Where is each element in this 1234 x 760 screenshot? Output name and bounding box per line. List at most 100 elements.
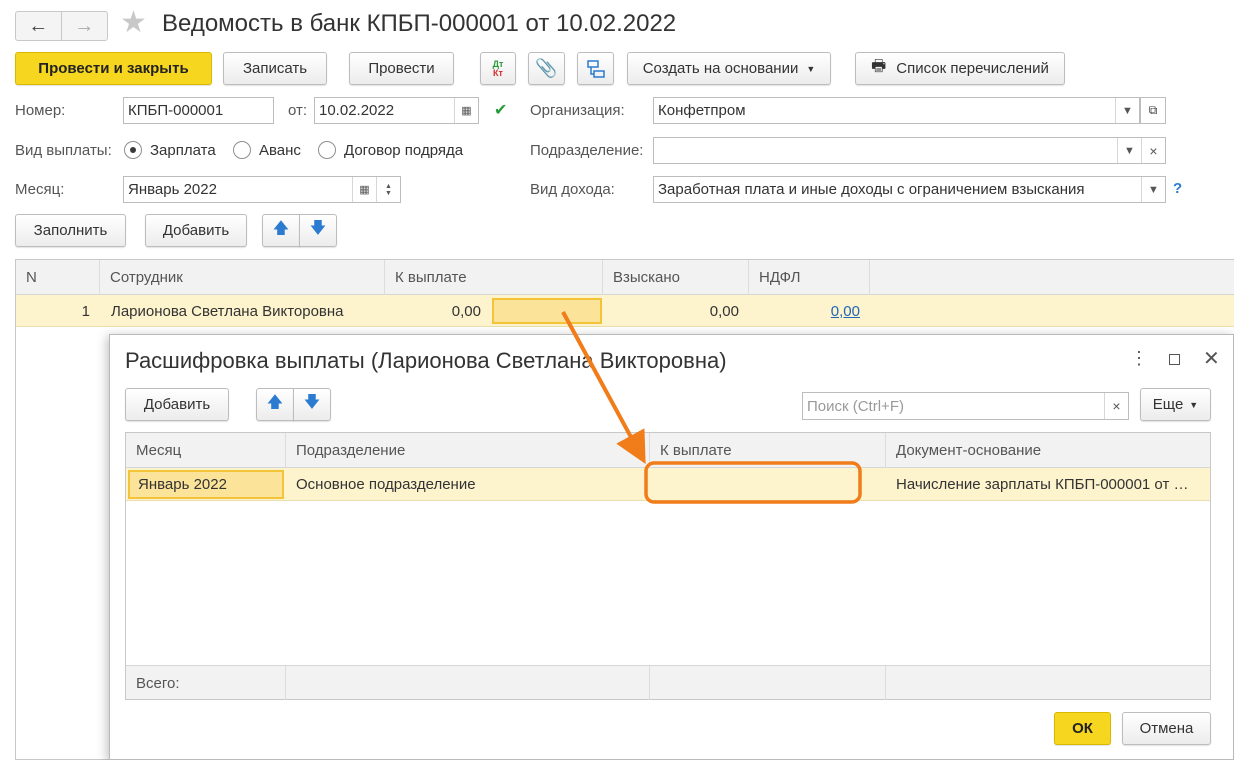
col-to-pay[interactable]: К выплате <box>650 433 886 468</box>
number-label: Номер: <box>15 102 66 119</box>
arrow-right-icon: → <box>74 14 95 37</box>
cell-withheld: 0,00 <box>709 302 739 320</box>
col-n[interactable]: N <box>16 260 100 295</box>
post-and-close-button[interactable]: Провести и закрыть <box>15 52 212 85</box>
col-withheld[interactable]: Взыскано <box>603 260 749 295</box>
breakdown-header: Месяц Подразделение К выплате Документ-о… <box>126 433 1210 468</box>
division-label: Подразделение: <box>530 142 644 159</box>
total-label: Всего: <box>126 666 286 700</box>
radio-advance-label: Аванс <box>259 142 301 159</box>
col-ndfl[interactable]: НДФЛ <box>749 260 870 295</box>
col-division[interactable]: Подразделение <box>286 433 650 468</box>
dropdown-arrow-icon: ▼ <box>1189 399 1199 410</box>
dropdown-arrow-icon[interactable]: ▼ <box>1141 177 1165 202</box>
move-up-button[interactable]: 🡅 <box>262 214 300 247</box>
search-input[interactable]: Поиск (Ctrl+F) × <box>802 392 1129 420</box>
table-row[interactable]: Январь 2022 Основное подразделение Начис… <box>126 468 1210 501</box>
income-type-label: Вид дохода: <box>530 181 615 198</box>
breakdown-footer: Всего: <box>126 665 1210 700</box>
dt-kt-button[interactable]: Дт Кт <box>480 52 516 85</box>
radio-contract-label: Договор подряда <box>344 142 464 159</box>
more-vertical-icon[interactable]: ⋮ <box>1130 348 1148 369</box>
dialog-move-down-button[interactable]: 🡇 <box>293 388 331 421</box>
dropdown-arrow-icon[interactable]: ▼ <box>1115 98 1139 123</box>
radio-salary[interactable] <box>124 141 142 159</box>
dialog-move-up-button[interactable]: 🡅 <box>256 388 294 421</box>
dialog-title: Расшифровка выплаты (Ларионова Светлана … <box>125 348 727 373</box>
cancel-button[interactable]: Отмена <box>1122 712 1211 745</box>
arrow-up-icon: 🡅 <box>266 394 284 411</box>
clear-icon[interactable]: × <box>1141 138 1165 163</box>
printer-icon: 🖶 <box>871 58 887 75</box>
close-icon[interactable]: ✕ <box>1203 346 1220 371</box>
clear-search-icon[interactable]: × <box>1104 393 1128 419</box>
attach-button[interactable]: 📎 <box>528 52 565 85</box>
col-month[interactable]: Месяц <box>126 433 286 468</box>
payment-type-label: Вид выплаты: <box>15 142 112 159</box>
col-to-pay[interactable]: К выплате <box>385 260 603 295</box>
forward-button[interactable]: → <box>62 12 108 40</box>
col-employee[interactable]: Сотрудник <box>100 260 385 295</box>
payment-breakdown-dialog: Расшифровка выплаты (Ларионова Светлана … <box>109 334 1234 760</box>
help-icon[interactable]: ? <box>1173 180 1182 197</box>
dropdown-arrow-icon[interactable]: ▼ <box>1117 138 1141 163</box>
date-label: от: <box>288 102 308 119</box>
organization-open-button[interactable]: ⧉ <box>1140 97 1166 124</box>
maximize-icon[interactable] <box>1169 354 1180 365</box>
back-button[interactable]: ← <box>16 12 62 40</box>
radio-contract[interactable] <box>318 141 336 159</box>
organization-field[interactable]: Конфетпром ▼ <box>653 97 1140 124</box>
add-button[interactable]: Добавить <box>145 214 247 247</box>
paperclip-icon: 📎 <box>535 58 558 78</box>
arrow-down-icon: 🡇 <box>303 394 321 411</box>
hierarchy-icon <box>586 59 605 78</box>
structure-button[interactable] <box>577 52 614 85</box>
payments-list-button[interactable]: 🖶 Список перечислений <box>855 52 1065 85</box>
cell-division: Основное подразделение <box>296 476 476 493</box>
fill-button[interactable]: Заполнить <box>15 214 126 247</box>
calendar-icon[interactable]: ▦ <box>454 98 478 123</box>
cell-to-pay: 0,00 <box>451 302 481 320</box>
create-based-on-button[interactable]: Создать на основании ▼ <box>627 52 831 85</box>
table-header: N Сотрудник К выплате Взыскано НДФЛ <box>16 260 1234 295</box>
cell-ndfl-link[interactable]: 0,00 <box>749 295 860 327</box>
dt-kt-icon: Дт Кт <box>492 58 504 78</box>
favorite-star-icon[interactable]: ★ <box>120 8 147 38</box>
cell-to-pay-edit[interactable] <box>492 298 602 324</box>
number-field[interactable]: КПБП-000001 <box>123 97 274 124</box>
month-stepper[interactable]: ▲ ▼ <box>376 177 400 202</box>
cell-to-pay[interactable] <box>660 468 880 501</box>
nav-buttons: ← → <box>15 11 108 41</box>
window-title: Ведомость в банк КПБП-000001 от 10.02.20… <box>162 10 677 37</box>
save-button[interactable]: Записать <box>223 52 327 85</box>
open-icon: ⧉ <box>1148 103 1158 117</box>
dropdown-arrow-icon: ▼ <box>806 63 816 74</box>
date-field[interactable]: 10.02.2022 ▦ <box>314 97 479 124</box>
organization-label: Организация: <box>530 102 625 119</box>
arrow-down-icon: 🡇 <box>309 220 327 237</box>
division-field[interactable]: ▼ × <box>653 137 1166 164</box>
post-button[interactable]: Провести <box>349 52 454 85</box>
cell-n: 1 <box>81 302 90 320</box>
move-down-button[interactable]: 🡇 <box>299 214 337 247</box>
cell-employee: Ларионова Светлана Викторовна <box>111 302 344 320</box>
cell-month[interactable]: Январь 2022 <box>128 470 284 499</box>
radio-advance[interactable] <box>233 141 251 159</box>
post-status-icon: ✔ <box>494 102 508 119</box>
table-row[interactable]: 1 Ларионова Светлана Викторовна 0,00 0,0… <box>16 295 1234 327</box>
arrow-up-icon: 🡅 <box>272 220 290 237</box>
dialog-add-button[interactable]: Добавить <box>125 388 229 421</box>
total-to-pay <box>650 666 886 700</box>
month-field[interactable]: Январь 2022 ▦ ▲ ▼ <box>123 176 401 203</box>
col-document[interactable]: Документ-основание <box>886 433 1212 468</box>
calendar-icon[interactable]: ▦ <box>352 177 376 202</box>
income-type-field[interactable]: Заработная плата и иные доходы с огранич… <box>653 176 1166 203</box>
cell-document: Начисление зарплаты КПБП-000001 от … <box>896 476 1189 493</box>
ok-button[interactable]: ОК <box>1054 712 1111 745</box>
total-division <box>286 666 650 700</box>
arrow-left-icon: ← <box>28 14 49 37</box>
radio-salary-label: Зарплата <box>150 142 216 159</box>
more-button[interactable]: Еще ▼ <box>1140 388 1211 421</box>
month-label: Месяц: <box>15 181 65 198</box>
breakdown-table: Месяц Подразделение К выплате Документ-о… <box>125 432 1211 700</box>
